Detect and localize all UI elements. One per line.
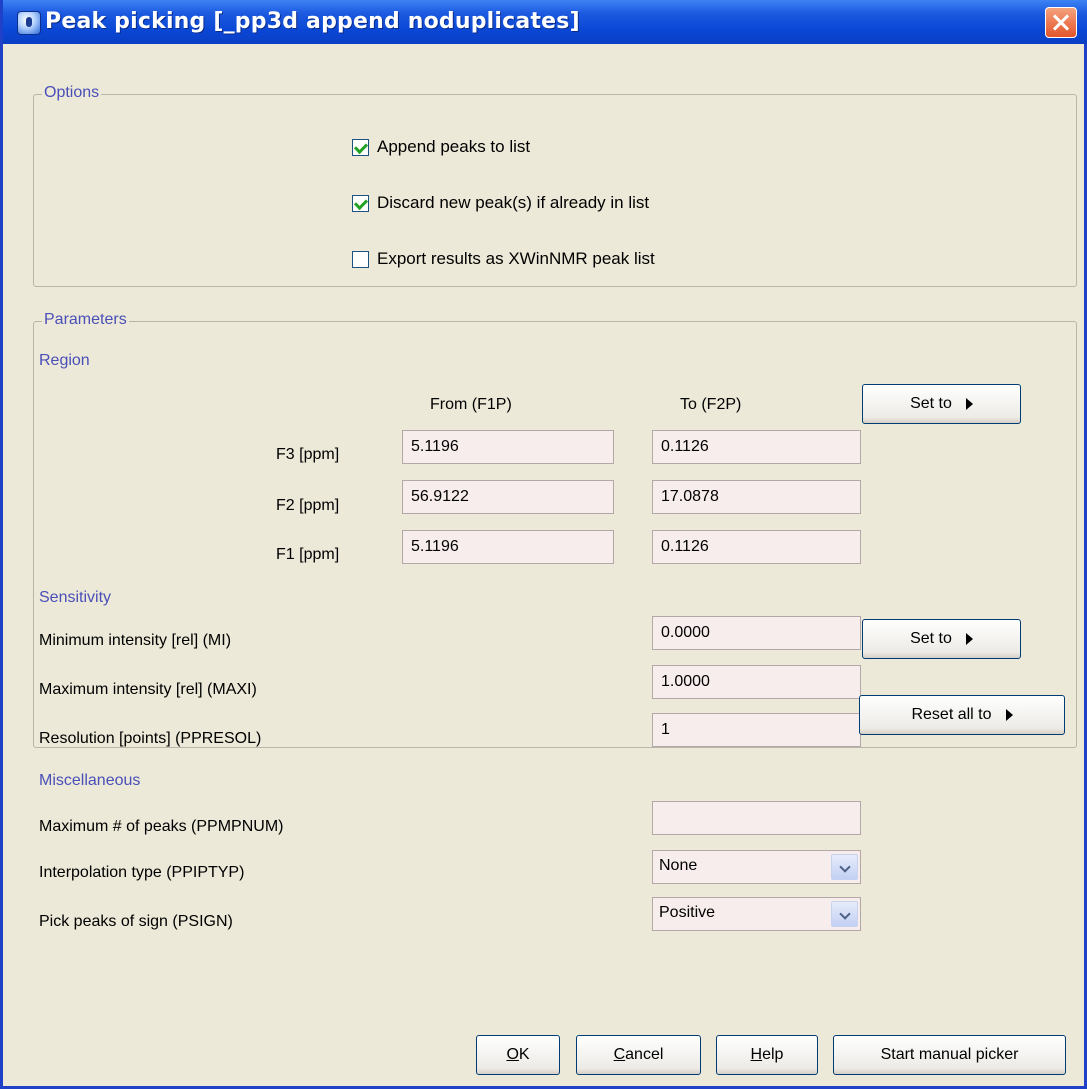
start-manual-picker-button[interactable]: Start manual picker xyxy=(833,1035,1066,1075)
ok-label-rest: K xyxy=(518,1046,530,1063)
sign-label: Pick peaks of sign (PSIGN) xyxy=(39,913,233,930)
f1-label: F1 [ppm] xyxy=(276,546,340,563)
sign-value: Positive xyxy=(659,904,716,921)
cancel-button[interactable]: Cancel xyxy=(576,1035,701,1075)
start-manual-picker-label: Start manual picker xyxy=(880,1046,1019,1063)
close-button[interactable] xyxy=(1045,7,1077,38)
help-mnemonic: H xyxy=(750,1046,763,1063)
max-intensity-label: Maximum intensity [rel] (MAXI) xyxy=(39,681,257,698)
interpolation-label: Interpolation type (PPIPTYP) xyxy=(39,864,245,881)
append-peaks-checkbox-row[interactable]: Append peaks to list xyxy=(352,135,530,159)
sensitivity-section-title: Sensitivity xyxy=(39,589,112,606)
chevron-down-icon[interactable] xyxy=(831,854,858,880)
help-label-rest: elp xyxy=(762,1046,784,1063)
sensitivity-set-to-label: Set to xyxy=(910,630,952,647)
append-peaks-checkbox[interactable] xyxy=(352,138,369,156)
reset-all-label: Reset all to xyxy=(911,706,992,723)
title-bar[interactable]: Peak picking [_pp3d append noduplicates] xyxy=(3,0,1087,44)
options-legend: Options xyxy=(42,84,102,102)
f1-to-input[interactable]: 0.1126 xyxy=(652,530,861,564)
f2-label: F2 [ppm] xyxy=(276,497,340,514)
from-column-header: From (F1P) xyxy=(430,396,512,413)
region-set-to-label: Set to xyxy=(910,395,952,412)
export-xwinnmr-checkbox[interactable] xyxy=(352,250,369,268)
sensitivity-set-to-button[interactable]: Set to xyxy=(862,619,1021,659)
discard-duplicates-checkbox[interactable] xyxy=(352,194,369,212)
f3-label: F3 [ppm] xyxy=(276,446,340,463)
discard-duplicates-label[interactable]: Discard new peak(s) if already in list xyxy=(377,193,649,213)
discard-duplicates-checkbox-row[interactable]: Discard new peak(s) if already in list xyxy=(352,191,649,215)
app-icon xyxy=(17,11,41,35)
f2-from-input[interactable]: 56.9122 xyxy=(402,480,614,514)
interpolation-select[interactable]: None xyxy=(652,850,861,884)
reset-all-button[interactable]: Reset all to xyxy=(859,695,1065,735)
f1-from-input[interactable]: 5.1196 xyxy=(402,530,614,564)
f3-to-input[interactable]: 0.1126 xyxy=(652,430,861,464)
max-peaks-label: Maximum # of peaks (PPMPNUM) xyxy=(39,818,284,835)
f3-from-input[interactable]: 5.1196 xyxy=(402,430,614,464)
sign-select[interactable]: Positive xyxy=(652,897,861,931)
min-intensity-label: Minimum intensity [rel] (MI) xyxy=(39,632,232,649)
triangle-right-icon xyxy=(1005,709,1013,721)
chevron-down-icon[interactable] xyxy=(831,901,858,927)
region-set-to-button[interactable]: Set to xyxy=(862,384,1021,424)
parameters-legend: Parameters xyxy=(42,311,129,329)
min-intensity-input[interactable]: 0.0000 xyxy=(652,616,861,650)
max-intensity-input[interactable]: 1.0000 xyxy=(652,665,861,699)
cancel-mnemonic: C xyxy=(613,1046,626,1063)
export-xwinnmr-label[interactable]: Export results as XWinNMR peak list xyxy=(377,249,655,269)
region-section-title: Region xyxy=(39,352,90,369)
triangle-right-icon xyxy=(965,633,973,645)
help-button[interactable]: Help xyxy=(716,1035,818,1075)
misc-section-title: Miscellaneous xyxy=(39,772,141,789)
f2-to-input[interactable]: 17.0878 xyxy=(652,480,861,514)
triangle-right-icon xyxy=(965,398,973,410)
dialog-window: Peak picking [_pp3d append noduplicates]… xyxy=(0,0,1087,1089)
export-xwinnmr-checkbox-row[interactable]: Export results as XWinNMR peak list xyxy=(352,247,655,271)
to-column-header: To (F2P) xyxy=(680,396,742,413)
append-peaks-label[interactable]: Append peaks to list xyxy=(377,137,530,157)
ok-mnemonic: O xyxy=(506,1046,519,1063)
cancel-label-rest: ancel xyxy=(625,1046,664,1063)
ok-button[interactable]: OK xyxy=(476,1035,560,1075)
options-group: Options Append peaks to list Discard new… xyxy=(33,84,1077,287)
resolution-label: Resolution [points] (PPRESOL) xyxy=(39,730,262,747)
max-peaks-input[interactable] xyxy=(652,801,861,835)
resolution-input[interactable]: 1 xyxy=(652,713,861,747)
interpolation-value: None xyxy=(659,857,698,874)
window-title: Peak picking [_pp3d append noduplicates] xyxy=(45,9,580,34)
